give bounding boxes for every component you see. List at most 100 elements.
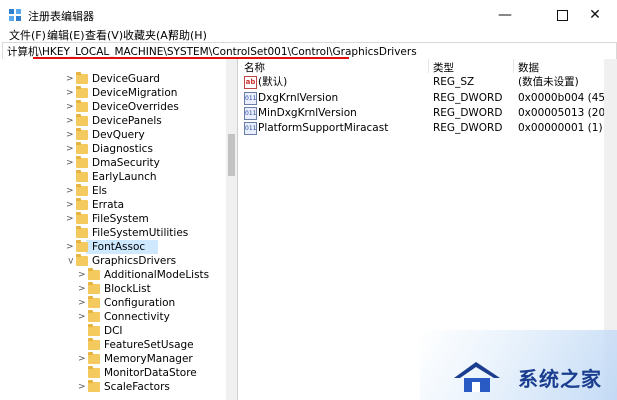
- tree-child-item[interactable]: > Connectivity: [0, 310, 225, 324]
- tree-item[interactable]: > Els: [0, 184, 225, 198]
- tree-child-item[interactable]: FeatureSetUsage: [0, 338, 225, 352]
- menu-file[interactable]: 文件(F): [9, 27, 46, 43]
- tree-item[interactable]: FileSystemUtilities: [0, 226, 225, 240]
- registry-app-icon: [9, 9, 21, 21]
- menu-edit[interactable]: 编辑(E): [47, 27, 85, 43]
- folder-icon: [88, 366, 100, 378]
- chevron-right-icon[interactable]: >: [66, 114, 74, 128]
- tree-item[interactable]: > DmaSecurity: [0, 156, 225, 170]
- tree-item-label: Errata: [92, 199, 125, 211]
- maximize-icon: [556, 9, 568, 21]
- tree-item[interactable]: > FontAssoc: [0, 240, 225, 254]
- tree-item[interactable]: > DeviceGuard: [0, 72, 225, 86]
- menu-bar: 文件(F) 编辑(E) 查看(V) 收藏夹(A) 帮助(H): [0, 26, 617, 42]
- chevron-right-icon[interactable]: >: [78, 296, 86, 310]
- menu-favorites[interactable]: 收藏夹(A): [123, 27, 172, 43]
- value-data: 0x0000b004 (45060): [518, 92, 617, 104]
- tree-item-label: FileSystem: [92, 213, 149, 225]
- dword-value-icon: 011: [244, 92, 257, 105]
- dword-value-icon: 011: [244, 122, 257, 135]
- tree-item-label: FeatureSetUsage: [104, 339, 194, 351]
- tree-child-item[interactable]: MonitorDataStore: [0, 366, 225, 380]
- tree-item[interactable]: > DevQuery: [0, 128, 225, 142]
- column-separator[interactable]: [513, 59, 514, 73]
- folder-icon: [76, 184, 88, 196]
- column-header-name[interactable]: 名称: [244, 60, 265, 75]
- key-tree-pane[interactable]: > DeviceGuard > DeviceMigration > Device…: [0, 59, 238, 400]
- tree-item-selected[interactable]: > GraphicsDrivers: [0, 254, 225, 268]
- tree-item[interactable]: > DeviceOverrides: [0, 100, 225, 114]
- value-data: (数值未设置): [518, 76, 579, 88]
- folder-icon: [76, 170, 88, 182]
- value-row[interactable]: ab (默认) REG_SZ (数值未设置): [238, 75, 617, 89]
- tree-item-label: Configuration: [104, 297, 176, 309]
- chevron-right-icon[interactable]: >: [66, 100, 74, 114]
- tree-item-label: AdditionalModeLists: [104, 269, 210, 281]
- chevron-right-icon[interactable]: >: [66, 72, 74, 86]
- tree-child-item[interactable]: > MemoryManager: [0, 352, 225, 366]
- value-name: (默认): [258, 76, 288, 88]
- chevron-right-icon[interactable]: >: [78, 282, 86, 296]
- chevron-right-icon[interactable]: >: [66, 86, 74, 100]
- value-name: MinDxgKrnlVersion: [258, 107, 357, 119]
- chevron-right-icon[interactable]: >: [78, 268, 86, 282]
- watermark: 系统之家: [420, 330, 617, 400]
- tree-item-label: Els: [92, 185, 108, 197]
- tree-child-item[interactable]: > Configuration: [0, 296, 225, 310]
- value-row[interactable]: 011 MinDxgKrnlVersion REG_DWORD 0x000050…: [238, 106, 617, 120]
- tree-child-item[interactable]: > BlockList: [0, 282, 225, 296]
- tree-child-item[interactable]: > ScaleFactors: [0, 380, 225, 394]
- chevron-right-icon[interactable]: >: [66, 156, 74, 170]
- chevron-down-icon[interactable]: >: [63, 257, 77, 265]
- chevron-right-icon[interactable]: >: [78, 380, 86, 394]
- address-bar[interactable]: 计算机\HKEY_LOCAL_MACHINE\SYSTEM\ControlSet…: [2, 42, 617, 60]
- folder-open-icon: [76, 254, 88, 266]
- folder-icon: [88, 352, 100, 364]
- tree-item[interactable]: > FileSystem: [0, 212, 225, 226]
- registry-editor-window: 注册表编辑器 — ✕ 文件(F) 编辑(E) 查看(V) 收藏夹(A) 帮助(H…: [0, 0, 617, 400]
- tree-item-label: GraphicsDrivers: [92, 255, 177, 267]
- folder-icon: [76, 198, 88, 210]
- tree-child-item[interactable]: DCI: [0, 324, 225, 338]
- chevron-right-icon[interactable]: >: [66, 184, 74, 198]
- tree-scrollbar[interactable]: [226, 59, 237, 400]
- column-separator[interactable]: [428, 59, 429, 73]
- value-row[interactable]: 011 PlatformSupportMiracast REG_DWORD 0x…: [238, 121, 617, 135]
- tree-item[interactable]: > Errata: [0, 198, 225, 212]
- tree-item[interactable]: > Diagnostics: [0, 142, 225, 156]
- folder-icon: [76, 156, 88, 168]
- chevron-right-icon[interactable]: >: [66, 142, 74, 156]
- tree-item[interactable]: > DeviceMigration: [0, 86, 225, 100]
- chevron-right-icon[interactable]: >: [66, 212, 74, 226]
- tree-item-label: EarlyLaunch: [92, 171, 157, 183]
- tree-item[interactable]: EarlyLaunch: [0, 170, 225, 184]
- chevron-right-icon[interactable]: >: [78, 310, 86, 324]
- chevron-right-icon[interactable]: >: [66, 128, 74, 142]
- value-name: PlatformSupportMiracast: [258, 122, 389, 134]
- chevron-right-icon[interactable]: >: [66, 198, 74, 212]
- tree-item[interactable]: > DevicePanels: [0, 114, 225, 128]
- column-header-type[interactable]: 类型: [433, 60, 454, 75]
- string-value-icon: ab: [244, 76, 257, 89]
- folder-icon: [76, 212, 88, 224]
- watermark-brand: 系统之家: [518, 367, 602, 391]
- column-header-data[interactable]: 数据: [518, 60, 539, 75]
- folder-icon: [76, 114, 88, 126]
- tree-child-item[interactable]: > AdditionalModeLists: [0, 268, 225, 282]
- value-type: REG_DWORD: [433, 92, 503, 104]
- folder-icon: [76, 100, 88, 112]
- menu-view[interactable]: 查看(V): [85, 27, 123, 43]
- chevron-right-icon[interactable]: >: [66, 240, 74, 254]
- value-row[interactable]: 011 DxgKrnlVersion REG_DWORD 0x0000b004 …: [238, 91, 617, 105]
- folder-icon: [76, 142, 88, 154]
- window-title: 注册表编辑器: [28, 10, 94, 23]
- tree-item-label: MonitorDataStore: [104, 367, 197, 379]
- tree-item-label: FontAssoc: [92, 241, 146, 253]
- folder-icon: [88, 282, 100, 294]
- tree-item-label: Connectivity: [104, 311, 170, 323]
- tree-scrollbar-thumb[interactable]: [228, 134, 235, 176]
- value-type: REG_DWORD: [433, 122, 503, 134]
- menu-help[interactable]: 帮助(H): [168, 27, 207, 43]
- folder-icon: [88, 324, 100, 336]
- chevron-right-icon[interactable]: >: [78, 352, 86, 366]
